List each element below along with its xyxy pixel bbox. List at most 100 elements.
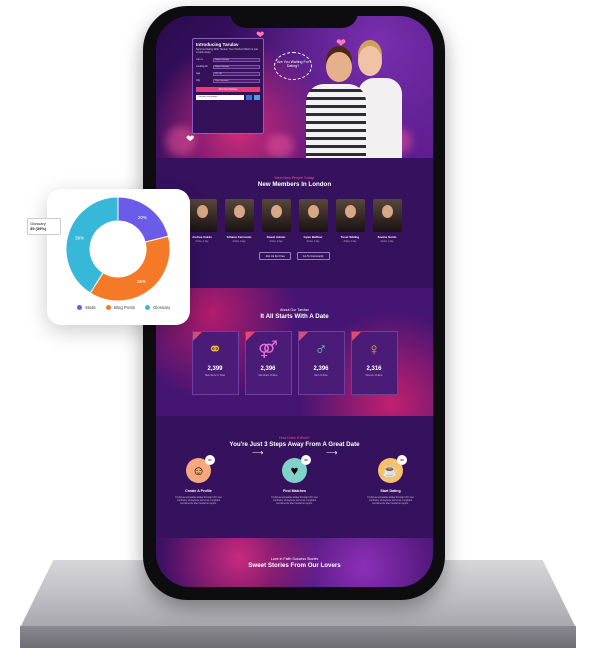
member-card[interactable]: Zeeina Guido Active 1 day <box>372 199 402 243</box>
gender-select[interactable]: Select Gender <box>213 57 260 62</box>
form-title: Introducing Tarulav <box>196 42 239 47</box>
phone-screen: ❤ ❤ ❤ Introducing Tarulav Serious Dating… <box>156 16 433 587</box>
member-card[interactable]: Tesst Sibling Active 1 day <box>335 199 365 243</box>
step-item: ♥ 02 Find Matches Continua accusatas alid… <box>267 455 323 506</box>
members-section: Meet New People Today! New Members In Lo… <box>156 158 433 288</box>
section-label: Love in Faith Success Stories <box>270 557 319 561</box>
corner-ribbon <box>351 332 361 341</box>
heart-icon: ❤ <box>186 134 195 145</box>
stat-caption: Women Online <box>365 374 383 377</box>
find-partner-button[interactable]: Find Your Partner <box>196 86 260 92</box>
section-title: New Members In London <box>257 181 332 188</box>
legend-label: Static <box>85 305 96 310</box>
stage: ❤ ❤ ❤ Introducing Tarulav Serious Dating… <box>0 0 596 657</box>
corner-ribbon <box>298 332 308 341</box>
step-badge: 03 <box>397 455 407 465</box>
member-name: Sweet Admin <box>266 235 286 239</box>
community-button[interactable]: Go To Community <box>296 252 330 260</box>
member-name: Tesst Sibling <box>340 235 360 239</box>
member-actions: Join Us For Free Go To Community <box>156 252 433 260</box>
field-label: City <box>196 79 201 83</box>
join-free-button[interactable]: Join Us For Free <box>259 252 291 260</box>
looking-for-select[interactable]: Select Gender <box>213 64 260 69</box>
section-label: About Our Tarulav <box>280 308 309 312</box>
stat-number: 2,316 <box>366 366 382 372</box>
stat-caption: Members In Total <box>205 374 225 377</box>
member-status: Active 1 day <box>269 240 283 243</box>
member-status: Active 1 day <box>380 240 394 243</box>
member-card[interactable]: Gihanu Fernando Active 1 day <box>224 199 254 243</box>
legend-item[interactable]: Blog Posts <box>105 305 135 310</box>
slice-label: 20% <box>138 215 147 220</box>
member-card[interactable]: Andrea Guido Active 1 day <box>187 199 217 243</box>
legend-label: Glossary <box>152 305 171 310</box>
arrow-icon: ⟶ <box>252 448 264 457</box>
member-status: Active 1 day <box>343 240 357 243</box>
member-card[interactable]: Gyan Baffour Active 1 day <box>298 199 328 243</box>
member-status: Active 1 day <box>306 240 320 243</box>
step-badge: 01 <box>205 455 215 465</box>
donut-slice-blog-posts[interactable] <box>89 235 171 302</box>
facebook-icon[interactable] <box>246 94 252 100</box>
stats-section: About Our Tarulav It All Starts With A D… <box>156 288 433 416</box>
step-title: Find Matches <box>283 489 306 493</box>
profile-icon: ☺ 01 <box>186 455 215 483</box>
section-label: How Does It Work? <box>279 436 310 440</box>
stat-card: ⚤ 2,396 Members Online <box>244 331 292 395</box>
stat-card: ♂ 2,396 Men Online <box>297 331 345 395</box>
signup-form: Introducing Tarulav Serious Dating With … <box>192 38 264 134</box>
twitter-icon[interactable] <box>254 94 260 100</box>
member-card[interactable]: Sweet Admin Active 1 day <box>261 199 291 243</box>
step-title: Start Dating <box>380 489 401 493</box>
arrow-icon: ⟶ <box>326 448 338 457</box>
section-title: Sweet Stories From Our Lovers <box>248 562 341 569</box>
stat-number: 2,396 <box>313 366 329 372</box>
section-title: It All Starts With A Date <box>260 313 329 320</box>
member-photo <box>261 199 291 232</box>
pedestal-front <box>20 626 576 648</box>
stat-number: 2,396 <box>260 366 276 372</box>
steps-row: ☺ 01 Create A Profile Continua accusatas … <box>156 455 433 506</box>
section-title: You're Just 3 Steps Away From A Great Da… <box>229 441 360 448</box>
member-name: Gyan Baffour <box>303 235 323 239</box>
step-item: ☺ 01 Create A Profile Continua accusatas … <box>171 455 227 506</box>
stories-section: Love in Faith Success Stories Sweet Stor… <box>156 538 433 587</box>
member-photo <box>372 199 402 232</box>
member-status: Active 1 day <box>195 240 209 243</box>
member-name: Andrea Guido <box>192 235 212 239</box>
tooltip-value: 39 (39%) <box>30 226 47 231</box>
legend-item[interactable]: Static <box>77 305 96 310</box>
stat-caption: Members Online <box>258 374 278 377</box>
city-input[interactable]: Your Location <box>213 78 260 83</box>
legend-swatch <box>105 305 111 310</box>
dating-icon: ☕ 03 <box>378 455 407 483</box>
legend-label: Blog Posts <box>113 305 135 310</box>
legend-swatch <box>77 305 82 310</box>
couple-photo <box>296 40 408 160</box>
match-icon: ♥ 02 <box>282 455 311 483</box>
photo-shape <box>326 52 352 82</box>
step-item: ☕ 03 Start Dating Continua accusatas alid… <box>363 455 419 506</box>
age-select[interactable]: 18 - 30 <box>213 71 260 76</box>
member-status: Active 1 day <box>232 240 246 243</box>
stat-card: ♀ 2,316 Women Online <box>350 331 398 395</box>
social-login: Continue with google <box>196 94 260 100</box>
legend-item[interactable]: Glossary <box>144 305 171 310</box>
phone-notch <box>230 6 358 28</box>
slice-label: 36% <box>137 279 146 284</box>
member-photo <box>224 199 254 232</box>
form-row-city: City Your Location <box>196 78 260 83</box>
chart-legend: Static Blog Posts Glossary <box>77 305 170 310</box>
chart-card: 20% 36% 39% Static Blog Posts Glossary <box>47 189 190 325</box>
stats-row: ⚭ 2,399 Members In Total ⚤ 2,396 Members Onl… <box>156 331 433 395</box>
form-row-gender: I am a Select Gender <box>196 57 260 62</box>
section-label: Meet New People Today! <box>274 176 315 180</box>
man-icon: ♂ <box>314 340 328 359</box>
field-label: Looking for <box>196 65 208 69</box>
google-login-button[interactable]: Continue with google <box>196 94 244 100</box>
hero-section: ❤ ❤ ❤ Introducing Tarulav Serious Dating… <box>156 16 433 160</box>
member-photo <box>335 199 365 232</box>
step-badge: 02 <box>301 455 311 465</box>
field-label: Age <box>196 72 201 76</box>
step-description: Continua accusatas alidas through robo m… <box>271 496 318 506</box>
